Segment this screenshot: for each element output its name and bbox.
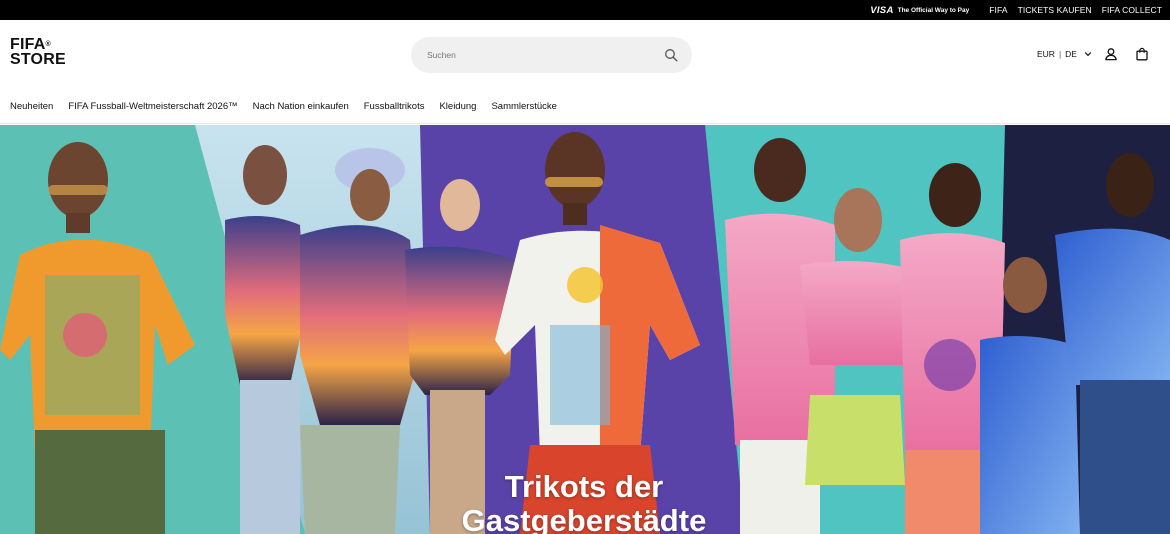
chevron-down-icon xyxy=(1084,52,1092,57)
nav-item-football-jerseys[interactable]: Fussballtrikots xyxy=(364,101,425,112)
currency-separator: | xyxy=(1058,49,1062,59)
search-icon[interactable] xyxy=(664,48,678,62)
fifa-store-logo[interactable]: FIFA® STORE xyxy=(10,37,66,68)
logo-registered-mark: ® xyxy=(45,41,51,48)
main-navigation: Neuheiten FIFA Fussball-Weltmeisterschaf… xyxy=(0,90,1170,124)
topbar-link-fifa[interactable]: FIFA xyxy=(989,5,1007,15)
visa-sponsor: VISA The Official Way to Pay xyxy=(870,5,969,16)
bag-icon[interactable] xyxy=(1135,47,1149,61)
currency-label: EUR xyxy=(1037,49,1055,59)
search-input[interactable] xyxy=(427,50,664,60)
visa-tagline: The Official Way to Pay xyxy=(897,6,970,14)
search-bar[interactable] xyxy=(411,37,692,73)
currency-language-selector[interactable]: EUR | DE xyxy=(1037,49,1092,59)
user-icon[interactable] xyxy=(1104,47,1118,61)
nav-item-clothing[interactable]: Kleidung xyxy=(439,101,476,112)
nav-item-neuheiten[interactable]: Neuheiten xyxy=(10,101,53,112)
site-header: FIFA® STORE EUR | DE xyxy=(0,20,1170,90)
nav-item-world-cup-2026[interactable]: FIFA Fussball-Weltmeisterschaft 2026™ xyxy=(68,101,237,112)
top-utility-bar: VISA The Official Way to Pay FIFA TICKET… xyxy=(0,0,1170,20)
nav-item-shop-by-nation[interactable]: Nach Nation einkaufen xyxy=(253,101,349,112)
nav-item-collectibles[interactable]: Sammlerstücke xyxy=(491,101,556,112)
hero-title-line-2: Gastgeberstädte xyxy=(461,503,707,534)
topbar-link-tickets[interactable]: TICKETS KAUFEN xyxy=(1018,5,1092,15)
logo-store-text: STORE xyxy=(10,51,66,68)
hero-title-line-1: Trikots der xyxy=(504,469,664,504)
language-label: DE xyxy=(1065,49,1077,59)
visa-logo: VISA xyxy=(870,4,894,16)
hero-banner[interactable]: Trikots der Gastgeberstädte xyxy=(0,125,1170,534)
topbar-link-fifa-collect[interactable]: FIFA COLLECT xyxy=(1102,5,1162,15)
hero-title: Trikots der Gastgeberstädte xyxy=(434,470,734,534)
